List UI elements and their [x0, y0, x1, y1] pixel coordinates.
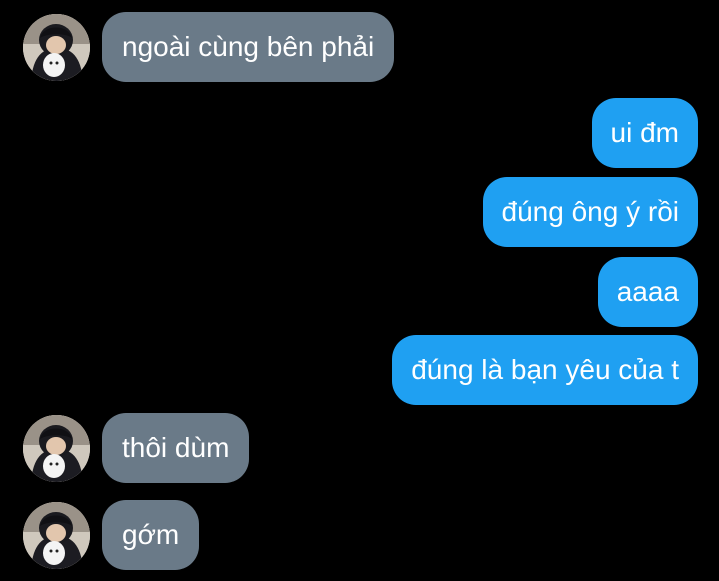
message-text: đúng ông ý rồi: [501, 196, 679, 227]
outgoing-message-bubble[interactable]: đúng ông ý rồi: [482, 177, 698, 247]
avatar-photo-icon: [23, 14, 90, 81]
incoming-message-bubble[interactable]: gớm: [102, 500, 200, 570]
message-text: đúng là bạn yêu của t: [411, 354, 679, 385]
outgoing-message-bubble[interactable]: aaaa: [597, 257, 698, 327]
contact-avatar[interactable]: [23, 14, 90, 81]
outgoing-message-bubble[interactable]: đúng là bạn yêu của t: [392, 335, 698, 405]
avatar-photo-icon: [23, 415, 90, 482]
chat-thread: ngoài cùng bên phải ui đm đúng ông ý rồi…: [0, 0, 719, 581]
outgoing-message-row: aaaa: [0, 257, 719, 327]
message-text: ngoài cùng bên phải: [122, 31, 375, 62]
incoming-message-row: thôi dùm: [0, 413, 719, 483]
incoming-message-bubble[interactable]: ngoài cùng bên phải: [102, 12, 395, 82]
incoming-message-row: ngoài cùng bên phải: [0, 12, 719, 82]
incoming-message-row: gớm: [0, 500, 719, 570]
outgoing-message-row: đúng ông ý rồi: [0, 177, 719, 247]
message-text: ui đm: [610, 117, 679, 148]
message-text: thôi dùm: [122, 432, 230, 463]
contact-avatar[interactable]: [23, 502, 90, 569]
contact-avatar[interactable]: [23, 415, 90, 482]
outgoing-message-bubble[interactable]: ui đm: [591, 98, 698, 168]
outgoing-message-row: đúng là bạn yêu của t: [0, 335, 719, 405]
incoming-message-bubble[interactable]: thôi dùm: [102, 413, 250, 483]
avatar-photo-icon: [23, 502, 90, 569]
message-text: aaaa: [616, 276, 679, 307]
outgoing-message-row: ui đm: [0, 98, 719, 168]
message-text: gớm: [122, 519, 180, 550]
